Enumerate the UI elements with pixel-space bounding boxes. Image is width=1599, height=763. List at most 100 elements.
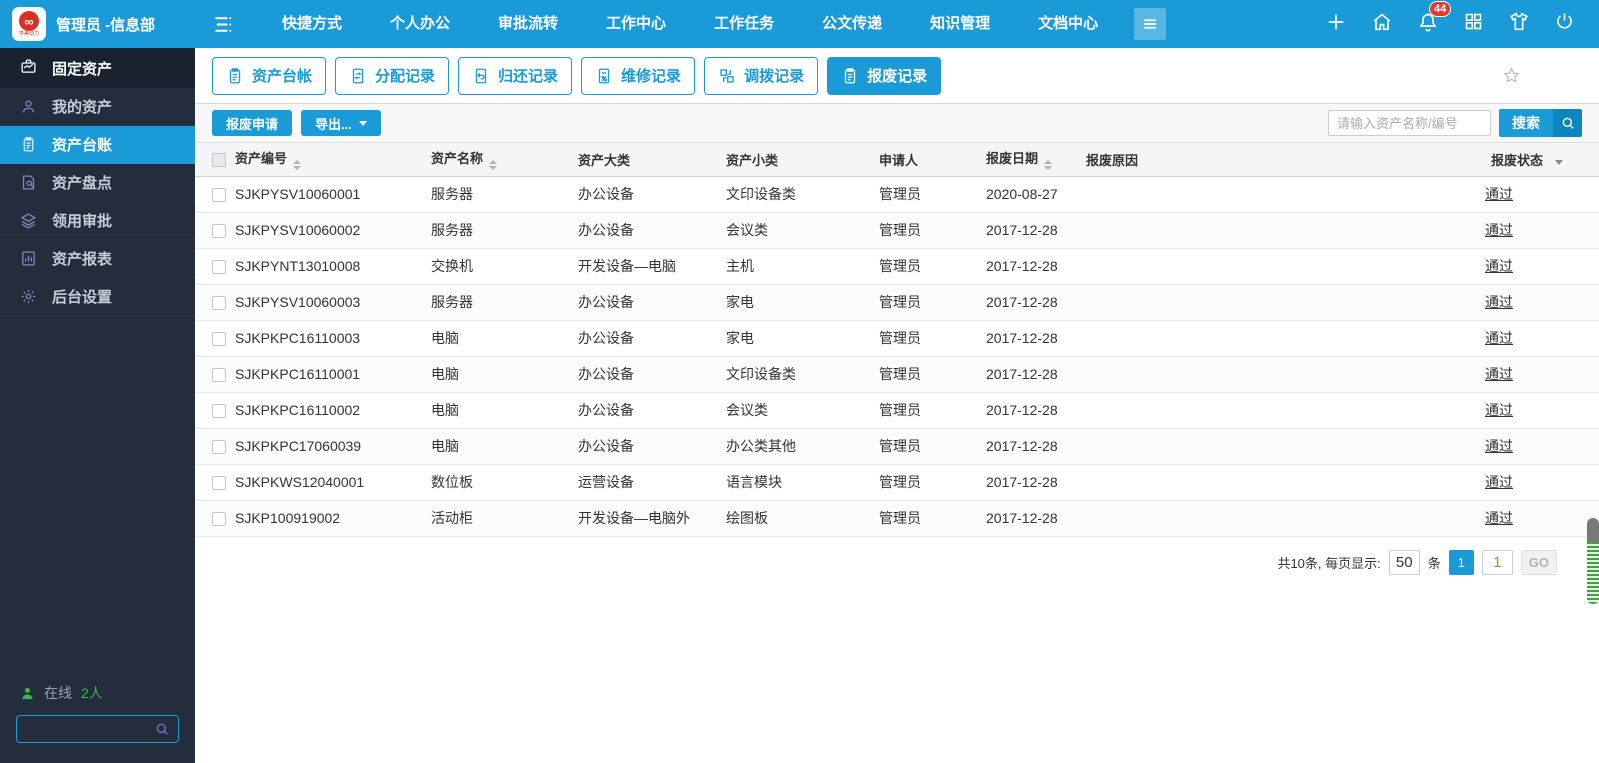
row-checkbox[interactable] <box>212 440 226 455</box>
sort-icon[interactable] <box>293 160 302 171</box>
scrap-apply-button[interactable]: 报废申请 <box>212 110 293 136</box>
pagination-unit: 条 <box>1427 555 1441 571</box>
select-all-checkbox[interactable] <box>212 153 226 168</box>
nav-item[interactable]: 文档中心 <box>1014 0 1122 48</box>
cell-category: 办公设备 <box>578 320 726 357</box>
status-link[interactable]: 通过 <box>1485 258 1513 274</box>
tab[interactable]: 分配记录 <box>335 56 450 95</box>
status-link[interactable]: 通过 <box>1485 474 1513 490</box>
status-link[interactable]: 通过 <box>1485 366 1513 382</box>
tab[interactable]: 调拨记录 <box>704 56 819 95</box>
tab[interactable]: 资产台帐 <box>212 56 327 95</box>
cell-date: 2017-12-28 <box>986 500 1086 537</box>
cell-asset-code: SJKPKPC16110002 <box>235 392 431 429</box>
pagination-summary: 共10条, 每页显示: <box>1277 555 1381 571</box>
status-link[interactable]: 通过 <box>1485 330 1513 346</box>
sidebar-item[interactable]: 资产盘点 <box>0 164 195 202</box>
cell-reason <box>1086 320 1464 357</box>
tab[interactable]: 归还记录 <box>458 56 573 95</box>
search-icon[interactable] <box>154 721 170 737</box>
topbar-action[interactable] <box>1463 11 1484 37</box>
sidebar-item[interactable]: 后台设置 <box>0 278 195 316</box>
cell-date: 2017-12-28 <box>986 392 1086 429</box>
tab[interactable]: 维修记录 <box>581 56 696 95</box>
cell-asset-code: SJKPKPC16110001 <box>235 356 431 393</box>
table-row: SJKPYNT13010008 交换机 开发设备—电脑 主机 管理员 2017-… <box>195 248 1599 285</box>
scrollbar-cap[interactable] <box>1587 518 1599 542</box>
cell-category: 办公设备 <box>578 212 726 249</box>
cell-subcategory: 家电 <box>726 320 879 357</box>
row-checkbox[interactable] <box>212 296 226 311</box>
tab-label: 分配记录 <box>375 68 436 85</box>
status-link[interactable]: 通过 <box>1485 222 1513 238</box>
sidebar-item[interactable]: 领用审批 <box>0 202 195 240</box>
page-size-input[interactable] <box>1388 549 1420 575</box>
cell-asset-code: SJKPYNT13010008 <box>235 248 431 285</box>
filter-caret-icon[interactable] <box>1555 159 1563 165</box>
sidebar-search-input[interactable] <box>25 721 154 737</box>
row-checkbox[interactable] <box>212 368 226 383</box>
scrollbar-stripes[interactable] <box>1587 542 1599 604</box>
app-logo[interactable]: ∞ 学美动力 <box>12 7 46 41</box>
topbar-action[interactable] <box>1371 11 1393 38</box>
home-icon <box>1371 11 1393 38</box>
nav-item[interactable]: 工作任务 <box>690 0 798 48</box>
row-checkbox[interactable] <box>212 188 226 203</box>
scrollbar-thumb[interactable] <box>1587 518 1599 604</box>
cell-subcategory: 主机 <box>726 248 879 285</box>
header-subcategory: 资产小类 <box>726 152 779 168</box>
cell-subcategory: 文印设备类 <box>726 176 879 213</box>
nav-item[interactable]: 个人办公 <box>366 0 474 48</box>
search-button-label: 搜索 <box>1499 109 1553 137</box>
table-row: SJKPYSV10060001 服务器 办公设备 文印设备类 管理员 2020-… <box>195 176 1599 213</box>
toolbar: 报废申请 导出... 搜索 <box>195 104 1599 143</box>
favorite-star-icon[interactable] <box>1502 66 1521 85</box>
row-checkbox[interactable] <box>212 260 226 275</box>
cell-applicant: 管理员 <box>879 320 986 357</box>
row-checkbox[interactable] <box>212 404 226 419</box>
nav-item[interactable]: 工作中心 <box>582 0 690 48</box>
tab[interactable]: 报废记录 <box>827 56 942 95</box>
cell-applicant: 管理员 <box>879 428 986 465</box>
topbar-action[interactable] <box>1508 11 1530 38</box>
go-button[interactable]: GO <box>1520 549 1557 575</box>
cell-subcategory: 会议类 <box>726 212 879 249</box>
nav-item[interactable]: 知识管理 <box>906 0 1014 48</box>
cell-date: 2017-12-28 <box>986 284 1086 321</box>
sidebar-module-header[interactable]: 固定资产 <box>0 48 195 88</box>
export-button[interactable]: 导出... <box>301 110 381 136</box>
sort-icon[interactable] <box>1044 160 1053 171</box>
status-link[interactable]: 通过 <box>1485 402 1513 418</box>
topbar-action[interactable] <box>1554 11 1575 37</box>
topbar-action[interactable] <box>1325 11 1347 38</box>
nav-item[interactable]: 快捷方式 <box>258 0 366 48</box>
status-link[interactable]: 通过 <box>1485 294 1513 310</box>
status-link[interactable]: 通过 <box>1485 186 1513 202</box>
more-menu-icon[interactable] <box>1134 8 1167 40</box>
goto-page-input[interactable] <box>1481 549 1513 575</box>
search-button[interactable]: 搜索 <box>1499 109 1582 137</box>
sidebar-item[interactable]: 资产台账 <box>0 126 195 164</box>
nav-item[interactable]: 公文传递 <box>798 0 906 48</box>
main-nav: 快捷方式 个人办公 审批流转 工作中心 工作任务 公文传递 知识管理 文档中心 <box>195 0 1167 48</box>
collapse-menu-icon[interactable] <box>211 12 236 37</box>
sidebar-item[interactable]: 资产报表 <box>0 240 195 278</box>
topbar-action[interactable]: 44 <box>1417 0 1452 38</box>
notification-badge: 44 <box>1429 0 1452 17</box>
nav-item[interactable]: 审批流转 <box>474 0 582 48</box>
sidebar-item[interactable]: 我的资产 <box>0 88 195 126</box>
cell-applicant: 管理员 <box>879 284 986 321</box>
scrap-records-table: 资产编号 资产名称 资产大类 资产小类 申请人 报废日期 报废原因 报废状态 S… <box>195 143 1599 537</box>
row-checkbox[interactable] <box>212 332 226 347</box>
topbar-actions: 44 <box>1325 0 1599 38</box>
doc-search-icon <box>20 174 37 191</box>
asset-search-input[interactable] <box>1328 110 1491 136</box>
table-row: SJKPKPC16110002 电脑 办公设备 会议类 管理员 2017-12-… <box>195 392 1599 429</box>
sort-icon[interactable] <box>489 160 498 171</box>
row-checkbox[interactable] <box>212 512 226 527</box>
row-checkbox[interactable] <box>212 476 226 491</box>
row-checkbox[interactable] <box>212 224 226 239</box>
current-page-button[interactable]: 1 <box>1448 549 1474 575</box>
status-link[interactable]: 通过 <box>1485 510 1513 526</box>
status-link[interactable]: 通过 <box>1485 438 1513 454</box>
